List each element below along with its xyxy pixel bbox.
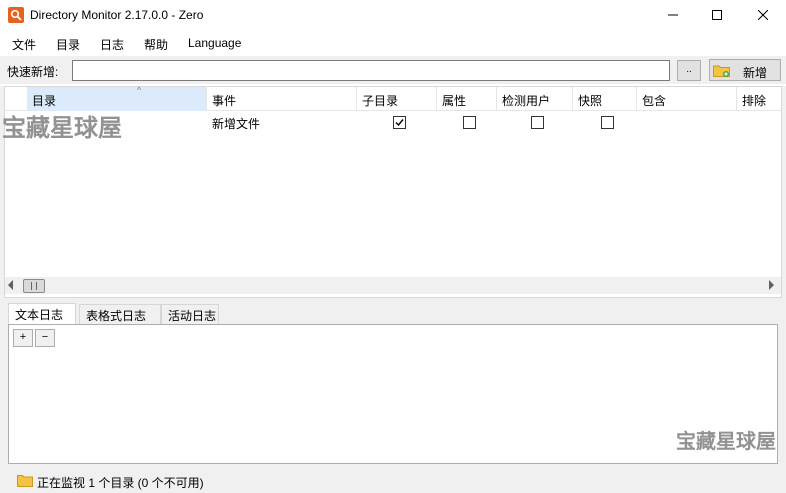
- quick-add-input[interactable]: [72, 60, 670, 81]
- attributes-checkbox[interactable]: [463, 116, 476, 129]
- status-bar: 正在监视 1 个目录 (0 个不可用): [0, 468, 786, 493]
- folder-add-icon: [713, 65, 730, 77]
- menu-directory[interactable]: 目录: [56, 36, 80, 53]
- column-include[interactable]: 包含: [637, 87, 737, 111]
- maximize-icon: [712, 10, 722, 20]
- tab-activity-log[interactable]: 活动日志: [161, 304, 219, 324]
- column-attributes[interactable]: 属性: [437, 87, 497, 111]
- watermark: 宝藏星球屋: [676, 431, 776, 453]
- column-event[interactable]: 事件: [207, 87, 357, 111]
- horizontal-scrollbar[interactable]: [5, 277, 781, 294]
- watermark: 宝藏星球屋: [2, 115, 122, 142]
- tab-text-log[interactable]: 文本日志: [8, 303, 76, 325]
- quick-add-label: 快速新增:: [7, 65, 59, 79]
- scroll-thumb[interactable]: [23, 279, 45, 293]
- menu-file[interactable]: 文件: [12, 36, 36, 53]
- subdirectory-checkbox[interactable]: [393, 116, 406, 129]
- app-magnifier-icon: [8, 7, 24, 23]
- row-event: 新增文件: [212, 117, 261, 131]
- snapshot-checkbox[interactable]: [601, 116, 614, 129]
- menu-log[interactable]: 日志: [100, 36, 124, 53]
- grid-right-margin: [782, 86, 786, 298]
- column-subdirectory[interactable]: 子目录: [357, 87, 437, 111]
- expand-button[interactable]: +: [13, 329, 33, 347]
- sort-ascending-icon: ^: [137, 87, 142, 95]
- window-title: Directory Monitor 2.17.0.0 - Zero: [30, 8, 204, 22]
- title-bar: Directory Monitor 2.17.0.0 - Zero: [0, 0, 786, 32]
- collapse-button[interactable]: −: [35, 329, 55, 347]
- maximize-button[interactable]: [694, 0, 740, 30]
- log-tabs: 文本日志 表格式日志 活动日志: [0, 303, 786, 325]
- browse-button[interactable]: ..: [677, 60, 701, 81]
- minimize-button[interactable]: [650, 0, 696, 30]
- column-detect-user[interactable]: 检测用户: [497, 87, 573, 111]
- folder-icon: [17, 475, 33, 487]
- column-exclude[interactable]: 排除: [737, 87, 781, 111]
- scroll-right-icon[interactable]: [767, 280, 775, 290]
- scroll-left-icon[interactable]: [7, 280, 15, 290]
- status-text: 正在监视 1 个目录 (0 个不可用): [37, 476, 204, 490]
- column-directory-label: 目录: [32, 94, 57, 108]
- grip-icon: [31, 282, 37, 290]
- checkmark-icon: [395, 119, 404, 127]
- new-button-label: 新增: [743, 66, 768, 80]
- tab-table-log[interactable]: 表格式日志: [79, 304, 161, 324]
- text-log-panel[interactable]: + −: [8, 324, 778, 464]
- detect-user-checkbox[interactable]: [531, 116, 544, 129]
- minimize-icon: [668, 14, 678, 16]
- menu-bar: 文件 目录 日志 帮助 Language: [0, 32, 786, 54]
- menu-help[interactable]: 帮助: [144, 36, 168, 53]
- close-icon: [758, 10, 768, 20]
- close-button[interactable]: [740, 0, 786, 30]
- column-snapshot[interactable]: 快照: [573, 87, 637, 111]
- new-button[interactable]: 新增: [709, 59, 781, 81]
- quick-add-bar: 快速新增: .. 新增: [0, 56, 786, 84]
- menu-language[interactable]: Language: [188, 36, 241, 50]
